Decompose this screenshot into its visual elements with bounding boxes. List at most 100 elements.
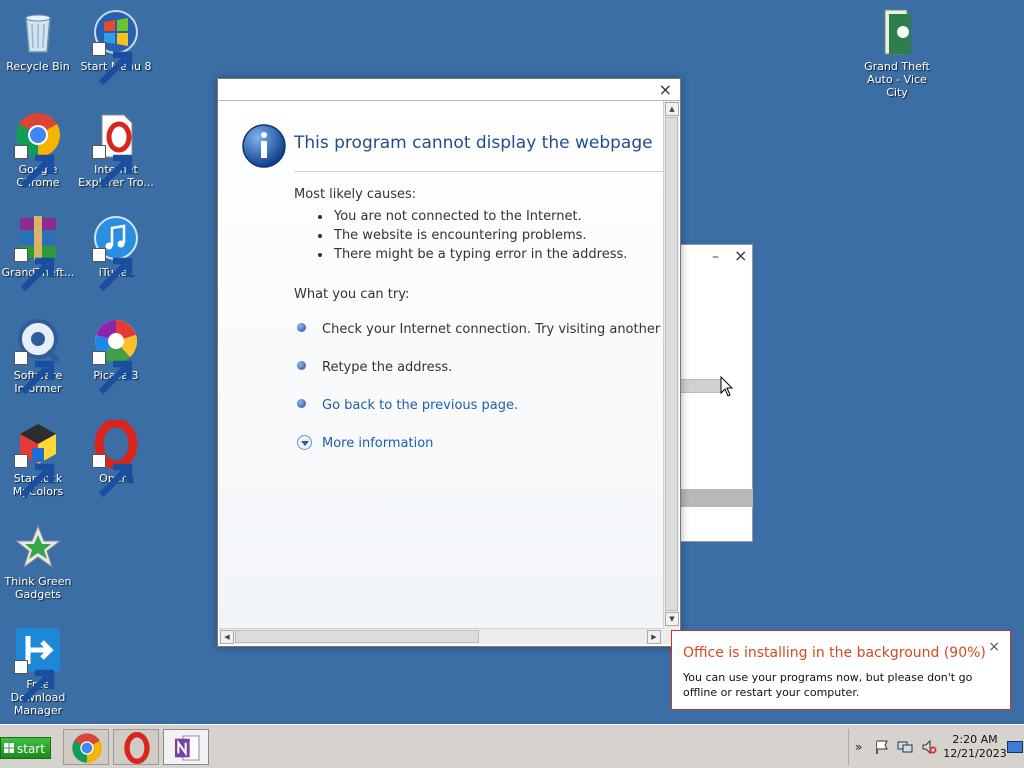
shortcut-arrow-icon <box>14 145 55 189</box>
list-item: There might be a typing error in the add… <box>316 245 627 264</box>
scroll-left-button[interactable]: ◀ <box>220 630 234 644</box>
office-install-notification[interactable]: Office is installing in the background (… <box>671 630 1011 710</box>
clock-time: 2:20 AM <box>952 733 998 746</box>
clock-date: 12/21/2023 <box>943 747 1007 760</box>
close-button[interactable]: × <box>659 81 672 99</box>
system-tray: » 2:20 AM 12/21/2023 <box>848 729 1024 765</box>
itunes-icon <box>92 214 140 292</box>
bullet-icon <box>297 361 306 370</box>
volume-muted-icon[interactable] <box>921 739 937 755</box>
desktop-icon-itunes[interactable]: iTunes <box>78 214 154 292</box>
causes-list: You are not connected to the Internet. T… <box>316 207 627 264</box>
show-desktop-button[interactable] <box>1007 741 1023 753</box>
opera-icon <box>124 732 150 764</box>
close-button[interactable]: × <box>734 246 747 265</box>
windows-flag-icon <box>4 743 14 753</box>
horizontal-scrollbar[interactable]: ◀ ▶ <box>219 628 663 644</box>
shortcut-arrow-icon <box>14 454 55 498</box>
more-information-toggle[interactable]: More information <box>297 434 433 454</box>
more-information-label: More information <box>322 436 434 451</box>
shortcut-arrow-icon <box>92 351 133 395</box>
try-check-connection: Check your Internet connection. Try visi… <box>297 320 663 340</box>
notification-title: Office is installing in the background (… <box>683 645 986 661</box>
background-window[interactable]: – × <box>681 244 753 542</box>
show-hidden-icons-chevron-icon[interactable]: » <box>855 739 871 755</box>
vertical-scrollbar[interactable]: ▲ ▼ <box>663 101 679 628</box>
scroll-down-button[interactable]: ▼ <box>665 612 679 626</box>
scroll-up-button[interactable]: ▲ <box>665 102 679 116</box>
try-item-text: Check your Internet connection. Try visi… <box>322 322 663 337</box>
recycle-bin-icon <box>14 8 62 56</box>
opera-document-icon <box>92 111 140 189</box>
chrome-icon <box>72 733 102 763</box>
shortcut-arrow-icon <box>14 248 55 292</box>
desktop-icon-stardock-mycolors[interactable]: Stardock MyColors <box>0 420 76 498</box>
taskbar-onenote-button[interactable] <box>163 729 209 765</box>
free-download-manager-icon <box>14 626 62 704</box>
shortcut-arrow-icon <box>92 42 133 86</box>
software-informer-icon <box>14 317 62 395</box>
progress-bar <box>681 379 723 393</box>
scroll-thumb[interactable] <box>235 630 479 643</box>
divider-bar <box>681 489 753 507</box>
try-retype-address: Retype the address. <box>297 358 452 378</box>
shortcut-arrow-icon <box>14 660 55 704</box>
clock[interactable]: 2:20 AM 12/21/2023 <box>943 733 1007 761</box>
mouse-cursor-icon <box>720 375 734 398</box>
list-item: You are not connected to the Internet. <box>316 207 627 226</box>
desktop-icon-google-chrome[interactable]: Google Chrome <box>0 111 76 189</box>
desktop-icon-picasa-3[interactable]: Picasa 3 <box>78 317 154 395</box>
chrome-icon <box>14 111 62 189</box>
list-item: The website is encountering problems. <box>316 226 627 245</box>
causes-heading: Most likely causes: <box>294 187 417 202</box>
action-center-flag-icon[interactable] <box>874 739 890 755</box>
divider <box>294 171 663 172</box>
taskbar: start » 2:20 AM 12/21/2023 <box>0 724 1024 768</box>
go-back-link[interactable]: Go back to the previous page. <box>322 398 518 413</box>
desktop-icon-label: Think Green Gadgets <box>4 575 72 601</box>
bullet-icon <box>297 323 306 332</box>
shortcut-arrow-icon <box>14 351 55 395</box>
minimize-button[interactable]: – <box>712 249 719 265</box>
desktop-icon-gta-vice-city[interactable]: Grand Theft Auto - Vice City <box>855 8 939 99</box>
gta-vice-city-icon <box>873 8 921 56</box>
try-heading: What you can try: <box>294 287 410 302</box>
start-label: start <box>17 742 45 756</box>
error-dialog: × This program cannot display the webpag… <box>217 78 681 647</box>
shortcut-arrow-icon <box>92 248 133 292</box>
close-button[interactable]: × <box>988 639 1000 655</box>
green-star-icon <box>14 523 62 571</box>
desktop-icon-start-menu-8[interactable]: Start Menu 8 <box>78 8 154 86</box>
desktop-icon-software-informer[interactable]: Software Informer <box>0 317 76 395</box>
desktop-icon-internet-explorer-tro[interactable]: Internet Explorer Tro... <box>78 111 154 189</box>
info-icon <box>241 123 287 169</box>
desktop-icon-recycle-bin[interactable]: Recycle Bin <box>0 8 76 73</box>
desktop-icon-grandtheft[interactable]: GrandTheft... <box>0 214 76 292</box>
taskbar-opera-button[interactable] <box>113 729 159 765</box>
taskbar-chrome-button[interactable] <box>63 729 109 765</box>
dialog-titlebar: × <box>218 79 680 101</box>
bullet-icon <box>297 399 306 408</box>
desktop-icon-opera[interactable]: Opera <box>78 420 154 498</box>
onenote-icon <box>175 735 200 761</box>
network-icon[interactable] <box>897 739 913 755</box>
expand-chevron-icon <box>297 435 312 450</box>
scroll-thumb[interactable] <box>665 117 678 611</box>
stardock-mycolors-icon <box>14 420 62 498</box>
desktop-icon-think-green-gadgets[interactable]: Think Green Gadgets <box>0 523 76 601</box>
notification-body: You can use your programs now, but pleas… <box>683 671 973 699</box>
desktop-icon-free-download-manager[interactable]: Free Download Manager <box>0 626 76 717</box>
shortcut-arrow-icon <box>92 454 133 498</box>
opera-icon <box>92 420 140 498</box>
winrar-archive-icon <box>14 214 62 292</box>
start-menu-8-icon <box>92 8 140 86</box>
try-item-text: Retype the address. <box>322 360 453 375</box>
dialog-content: This program cannot display the webpage … <box>219 101 663 628</box>
scroll-right-button[interactable]: ▶ <box>647 630 661 644</box>
start-button[interactable]: start <box>0 737 51 759</box>
error-title: This program cannot display the webpage <box>294 133 653 153</box>
try-go-back: Go back to the previous page. <box>297 396 518 416</box>
desktop-icon-label: Recycle Bin <box>6 60 70 73</box>
desktop-icon-label: Grand Theft Auto - Vice City <box>864 60 930 99</box>
shortcut-arrow-icon <box>92 145 133 189</box>
